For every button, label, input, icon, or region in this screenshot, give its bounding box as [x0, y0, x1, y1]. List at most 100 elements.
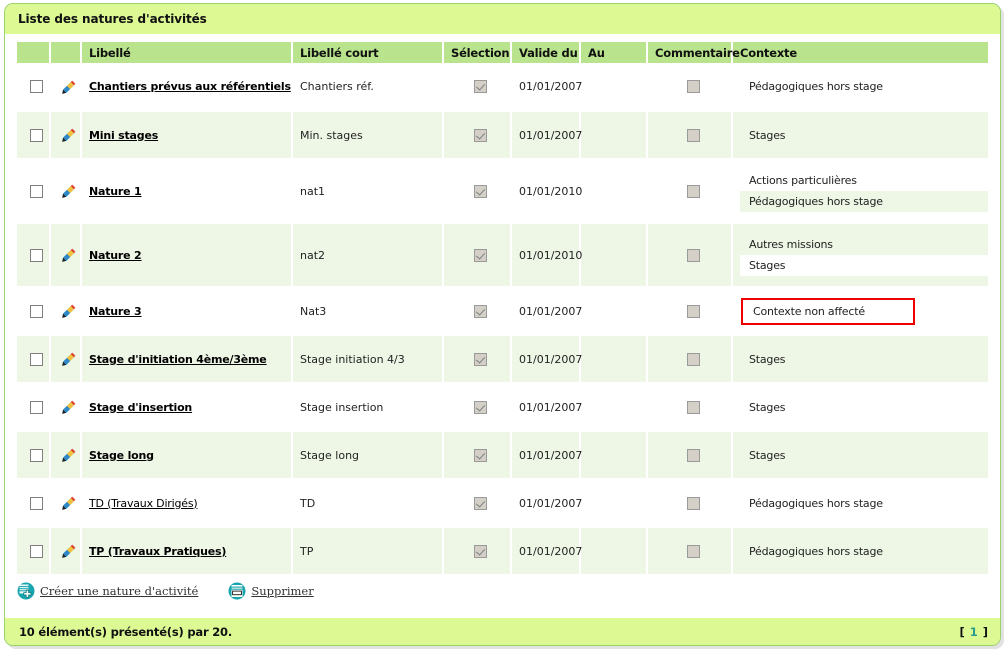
- table-row: Nature 3 Nat3 01/01/2007 Contexte non affec…: [17, 287, 988, 336]
- au-cell: [580, 287, 648, 336]
- row-edit-cell: [50, 527, 82, 576]
- row-select-cell: [17, 63, 51, 112]
- pager-close-bracket: ]: [982, 624, 988, 639]
- column-header-check: [17, 42, 51, 63]
- column-header-libelle: Libellé: [81, 42, 293, 63]
- libelle-link[interactable]: Nature 3: [89, 305, 142, 318]
- libelle-cell: Nature 2: [81, 223, 293, 288]
- libelle-link[interactable]: Mini stages: [89, 129, 158, 142]
- selection-checkbox: [474, 184, 487, 198]
- libelle-link[interactable]: Nature 2: [89, 249, 142, 262]
- libelle-court-cell: Chantiers réf.: [292, 63, 444, 112]
- delete-action[interactable]: Supprimer: [228, 582, 314, 600]
- row-select-cell: [17, 383, 51, 432]
- pencil-icon[interactable]: [61, 304, 77, 318]
- contexte-item: Autres missions: [749, 238, 833, 251]
- contexte-item: Stages: [749, 352, 786, 366]
- libelle-cell: TP (Travaux Pratiques): [81, 527, 293, 576]
- row-select-checkbox[interactable]: [30, 400, 43, 414]
- row-select-checkbox[interactable]: [30, 352, 43, 366]
- pencil-icon[interactable]: [61, 184, 77, 198]
- row-edit-cell: [50, 159, 82, 224]
- commentaire-cell: [647, 63, 733, 112]
- au-cell: [580, 527, 648, 576]
- row-select-cell: [17, 223, 51, 288]
- contexte-cell: Pédagogiques hors stage: [732, 479, 988, 528]
- row-select-checkbox[interactable]: [30, 184, 43, 198]
- libelle-link[interactable]: Chantiers prévus aux référentiels: [89, 80, 291, 93]
- status-bar: 10 élément(s) présenté(s) par 20. [1]: [5, 618, 1000, 645]
- selection-cell: [443, 479, 512, 528]
- valide-du-cell: 01/01/2007: [511, 479, 582, 528]
- row-edit-cell: [50, 383, 82, 432]
- selection-checkbox: [474, 80, 487, 94]
- pencil-icon[interactable]: [61, 544, 77, 558]
- libelle-link[interactable]: Stage d'initiation 4ème/3ème: [89, 353, 267, 366]
- au-cell: [580, 111, 648, 160]
- libelle-cell: Mini stages: [81, 111, 293, 160]
- pencil-icon[interactable]: [61, 448, 77, 462]
- pencil-icon[interactable]: [61, 80, 77, 94]
- row-select-checkbox[interactable]: [30, 544, 43, 558]
- libelle-cell: TD (Travaux Dirigés): [81, 479, 293, 528]
- libelle-link[interactable]: TD (Travaux Dirigés): [89, 497, 198, 510]
- pencil-icon[interactable]: [61, 496, 77, 510]
- contexte-list: Actions particulières Pédagogiques hors s…: [740, 170, 988, 212]
- au-cell: [580, 479, 648, 528]
- commentaire-checkbox: [686, 400, 700, 414]
- row-select-checkbox[interactable]: [30, 248, 43, 262]
- column-header-sel: Sélection: [443, 42, 512, 63]
- pager-open-bracket: [: [959, 624, 965, 639]
- libelle-court-cell: Stage long: [292, 431, 444, 480]
- contexte-list: Stages: [740, 397, 988, 418]
- pencil-icon[interactable]: [61, 128, 77, 142]
- column-header-au: Au: [580, 42, 648, 63]
- commentaire-checkbox: [686, 544, 700, 558]
- libelle-link[interactable]: Nature 1: [89, 185, 142, 198]
- table-row: Stage long Stage long 01/01/2007 Stages: [17, 431, 988, 480]
- pencil-icon[interactable]: [61, 400, 77, 414]
- table-row: Nature 1 nat1 01/01/2010 Actions particuliè…: [17, 159, 988, 224]
- panel-title-bar: Liste des natures d'activités: [5, 4, 1000, 34]
- selection-cell: [443, 287, 512, 336]
- action-bar: Créer une nature d'activité Supprimer: [5, 576, 1000, 608]
- libelle-link[interactable]: Stage long: [89, 449, 154, 462]
- pager-page-1[interactable]: 1: [965, 625, 983, 639]
- libelle-court-cell: TD: [292, 479, 444, 528]
- contexte-item: Pédagogiques hors stage: [749, 496, 883, 510]
- selection-checkbox: [474, 544, 487, 558]
- libelle-cell: Chantiers prévus aux référentiels: [81, 63, 293, 112]
- selection-cell: [443, 527, 512, 576]
- commentaire-checkbox: [686, 248, 700, 262]
- libelle-cell: Stage d'initiation 4ème/3ème: [81, 335, 293, 384]
- page-title: Liste des natures d'activités: [18, 12, 207, 26]
- table-row: TP (Travaux Pratiques) TP 01/01/2007 Pédago…: [17, 527, 988, 576]
- row-select-checkbox[interactable]: [30, 128, 43, 142]
- libelle-link[interactable]: TP (Travaux Pratiques): [89, 545, 226, 558]
- selection-checkbox: [474, 352, 487, 366]
- table-row: TD (Travaux Dirigés) TD 01/01/2007 Pédagogi…: [17, 479, 988, 528]
- libelle-link[interactable]: Stage d'insertion: [89, 401, 192, 414]
- create-nature-action[interactable]: Créer une nature d'activité: [17, 582, 198, 600]
- natures-table: Libellé Libellé court Sélection Valide du Au…: [17, 42, 988, 576]
- selection-cell: [443, 159, 512, 224]
- delete-list-icon[interactable]: [228, 582, 246, 600]
- commentaire-cell: [647, 223, 733, 288]
- pencil-icon[interactable]: [61, 352, 77, 366]
- commentaire-checkbox: [686, 304, 700, 318]
- valide-du-cell: 01/01/2007: [511, 287, 582, 336]
- table-row: Stage d'initiation 4ème/3ème Stage initia…: [17, 335, 988, 384]
- row-select-checkbox[interactable]: [30, 304, 43, 318]
- row-select-checkbox[interactable]: [30, 496, 43, 510]
- libelle-cell: Stage long: [81, 431, 293, 480]
- valide-du-cell: 01/01/2007: [511, 383, 582, 432]
- contexte-list: Stages: [740, 349, 988, 370]
- contexte-cell: Stages: [732, 335, 988, 384]
- row-edit-cell: [50, 63, 82, 112]
- au-cell: [580, 335, 648, 384]
- row-select-checkbox[interactable]: [30, 80, 43, 94]
- row-select-checkbox[interactable]: [30, 448, 43, 462]
- add-circle-icon[interactable]: [17, 582, 35, 600]
- valide-du-cell: 01/01/2007: [511, 527, 582, 576]
- pencil-icon[interactable]: [61, 248, 77, 262]
